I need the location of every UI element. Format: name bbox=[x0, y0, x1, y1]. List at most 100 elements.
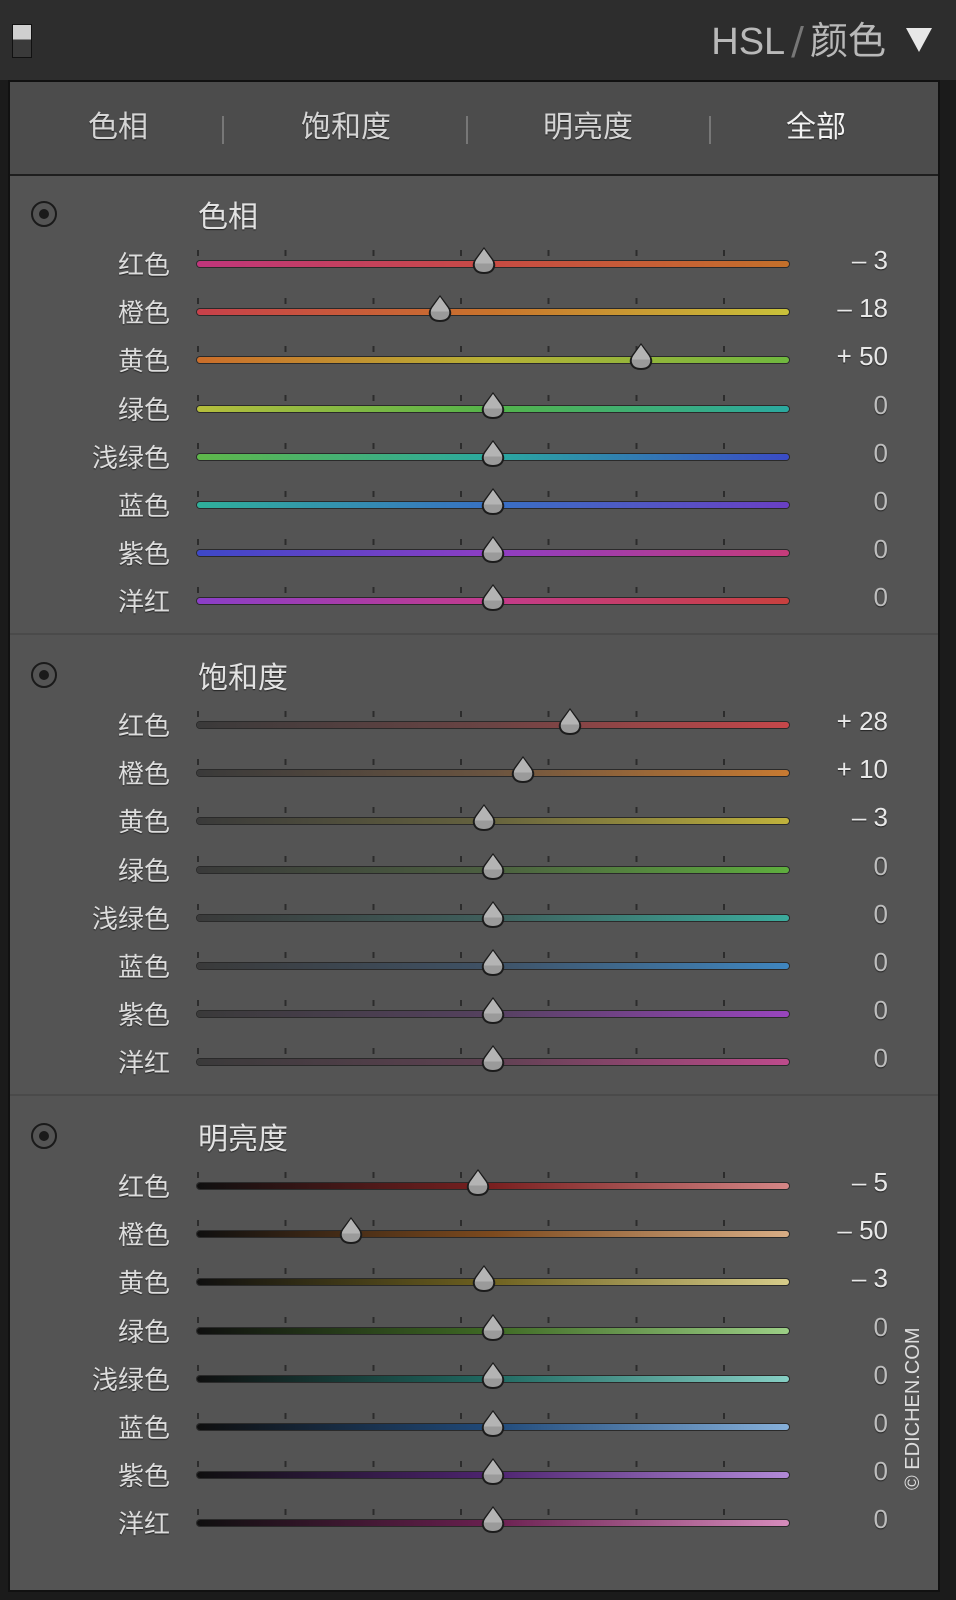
saturation-value-field[interactable]: – 3 bbox=[768, 802, 888, 833]
saturation-value-field[interactable]: 0 bbox=[768, 851, 888, 882]
panel-title-separator: / bbox=[791, 19, 804, 63]
hue-value-field[interactable]: 0 bbox=[768, 534, 888, 565]
hue-value-field[interactable]: 0 bbox=[768, 438, 888, 469]
saturation-slider-thumb[interactable] bbox=[471, 803, 497, 833]
tab-luminance[interactable]: 明亮度 bbox=[543, 108, 633, 148]
section-title-hue: 色相 bbox=[198, 200, 258, 235]
saturation-row-label: 绿色 bbox=[117, 856, 170, 887]
luminance-value-field[interactable]: – 3 bbox=[768, 1263, 888, 1294]
luminance-row-label: 绿色 bbox=[117, 1317, 170, 1348]
slider-ticks bbox=[197, 1172, 789, 1178]
hue-row-label: 绿色 bbox=[117, 395, 170, 426]
saturation-row-label: 洋红 bbox=[117, 1049, 170, 1080]
panel-toggle-switch[interactable] bbox=[12, 24, 32, 58]
saturation-slider-thumb[interactable] bbox=[480, 948, 506, 978]
luminance-slider-thumb[interactable] bbox=[480, 1505, 506, 1535]
hue-value-field[interactable]: + 50 bbox=[768, 341, 888, 372]
hue-row-label: 洋红 bbox=[117, 588, 170, 619]
luminance-slider-thumb[interactable] bbox=[465, 1168, 491, 1198]
tab-divider bbox=[222, 116, 224, 144]
hue-row-label: 紫色 bbox=[117, 540, 170, 571]
luminance-row-label: 黄色 bbox=[117, 1269, 170, 1300]
hue-slider-track[interactable] bbox=[197, 309, 789, 316]
tab-hue[interactable]: 色相 bbox=[88, 108, 148, 148]
saturation-row-label: 红色 bbox=[117, 712, 170, 742]
section-divider bbox=[10, 1094, 938, 1096]
luminance-value-field[interactable]: 0 bbox=[768, 1504, 888, 1535]
hue-value-field[interactable]: 0 bbox=[768, 582, 888, 613]
saturation-slider-thumb[interactable] bbox=[510, 755, 536, 785]
saturation-slider-thumb[interactable] bbox=[480, 852, 506, 882]
hue-slider-thumb[interactable] bbox=[480, 535, 506, 565]
hue-row-label: 红色 bbox=[117, 251, 170, 281]
tab-all[interactable]: 全部 bbox=[786, 108, 846, 148]
hue-value-field[interactable]: 0 bbox=[768, 390, 888, 421]
hue-slider-thumb[interactable] bbox=[480, 391, 506, 421]
luminance-row-label: 蓝色 bbox=[117, 1414, 170, 1444]
luminance-row-label: 紫色 bbox=[117, 1462, 170, 1493]
luminance-row-label: 橙色 bbox=[117, 1221, 170, 1252]
hue-slider-track[interactable] bbox=[197, 357, 789, 364]
target-adjust-icon[interactable] bbox=[31, 201, 57, 227]
saturation-row-label: 黄色 bbox=[117, 808, 170, 839]
luminance-value-field[interactable]: – 50 bbox=[768, 1215, 888, 1246]
hue-slider-thumb[interactable] bbox=[480, 487, 506, 517]
hue-value-field[interactable]: 0 bbox=[768, 486, 888, 517]
hue-slider-thumb[interactable] bbox=[427, 294, 453, 324]
hue-value-field[interactable]: – 18 bbox=[768, 293, 888, 324]
saturation-slider-thumb[interactable] bbox=[480, 1044, 506, 1074]
section-title-luminance: 明亮度 bbox=[198, 1122, 288, 1157]
hue-value-field[interactable]: – 3 bbox=[768, 245, 888, 276]
panel-title: HSL / 颜色 bbox=[711, 16, 886, 66]
luminance-slider-thumb[interactable] bbox=[480, 1361, 506, 1391]
luminance-slider-thumb[interactable] bbox=[338, 1216, 364, 1246]
saturation-value-field[interactable]: 0 bbox=[768, 947, 888, 978]
saturation-value-field[interactable]: 0 bbox=[768, 995, 888, 1026]
luminance-slider-track[interactable] bbox=[197, 1183, 789, 1189]
hue-slider-thumb[interactable] bbox=[480, 439, 506, 469]
slider-ticks bbox=[197, 1220, 789, 1227]
hue-slider-thumb[interactable] bbox=[480, 583, 506, 613]
luminance-row-label: 洋红 bbox=[117, 1510, 170, 1541]
tab-divider bbox=[466, 116, 468, 144]
luminance-slider-thumb[interactable] bbox=[480, 1409, 506, 1439]
target-adjust-icon[interactable] bbox=[31, 662, 57, 688]
saturation-value-field[interactable]: + 10 bbox=[768, 754, 888, 785]
saturation-value-field[interactable]: 0 bbox=[768, 899, 888, 930]
saturation-slider-thumb[interactable] bbox=[557, 707, 583, 737]
saturation-slider-thumb[interactable] bbox=[480, 900, 506, 930]
saturation-slider-thumb[interactable] bbox=[480, 996, 506, 1026]
luminance-slider-thumb[interactable] bbox=[471, 1264, 497, 1294]
luminance-value-field[interactable]: 0 bbox=[768, 1312, 888, 1343]
hsl-tab-bar: 色相 饱和度 明亮度 全部 bbox=[10, 82, 938, 176]
watermark-text: © EDICHEN.COM bbox=[902, 1327, 924, 1490]
hue-slider-thumb[interactable] bbox=[471, 246, 497, 276]
saturation-slider-track[interactable] bbox=[197, 722, 789, 728]
hue-row-label: 浅绿色 bbox=[91, 443, 170, 474]
hue-row-label: 蓝色 bbox=[117, 492, 170, 522]
luminance-slider-thumb[interactable] bbox=[480, 1313, 506, 1343]
collapse-triangle-icon[interactable] bbox=[906, 28, 932, 52]
panel-title-cjk: 颜色 bbox=[809, 19, 886, 63]
saturation-row-label: 蓝色 bbox=[117, 953, 170, 983]
target-adjust-icon[interactable] bbox=[31, 1123, 57, 1149]
panel-header[interactable]: HSL / 颜色 bbox=[0, 0, 956, 80]
luminance-row-label: 红色 bbox=[117, 1173, 170, 1203]
section-divider bbox=[10, 633, 938, 635]
hue-slider-thumb[interactable] bbox=[628, 342, 654, 372]
tab-saturation[interactable]: 饱和度 bbox=[301, 108, 391, 148]
hue-row-label: 橙色 bbox=[117, 299, 170, 330]
saturation-slider-track[interactable] bbox=[197, 770, 789, 777]
luminance-value-field[interactable]: 0 bbox=[768, 1360, 888, 1391]
luminance-value-field[interactable]: – 5 bbox=[768, 1167, 888, 1198]
luminance-value-field[interactable]: 0 bbox=[768, 1408, 888, 1439]
slider-ticks bbox=[197, 346, 789, 353]
luminance-slider-thumb[interactable] bbox=[480, 1457, 506, 1487]
panel-title-latin: HSL bbox=[711, 21, 786, 63]
luminance-value-field[interactable]: 0 bbox=[768, 1456, 888, 1487]
saturation-row-label: 浅绿色 bbox=[91, 904, 170, 935]
saturation-value-field[interactable]: 0 bbox=[768, 1043, 888, 1074]
saturation-value-field[interactable]: + 28 bbox=[768, 706, 888, 737]
hsl-panel: 色相 饱和度 明亮度 全部 色相 红色 – 3 橙色 – 18 黄色 + 50 绿色 0 浅绿色 0… bbox=[8, 80, 940, 1592]
luminance-slider-track[interactable] bbox=[197, 1231, 789, 1238]
